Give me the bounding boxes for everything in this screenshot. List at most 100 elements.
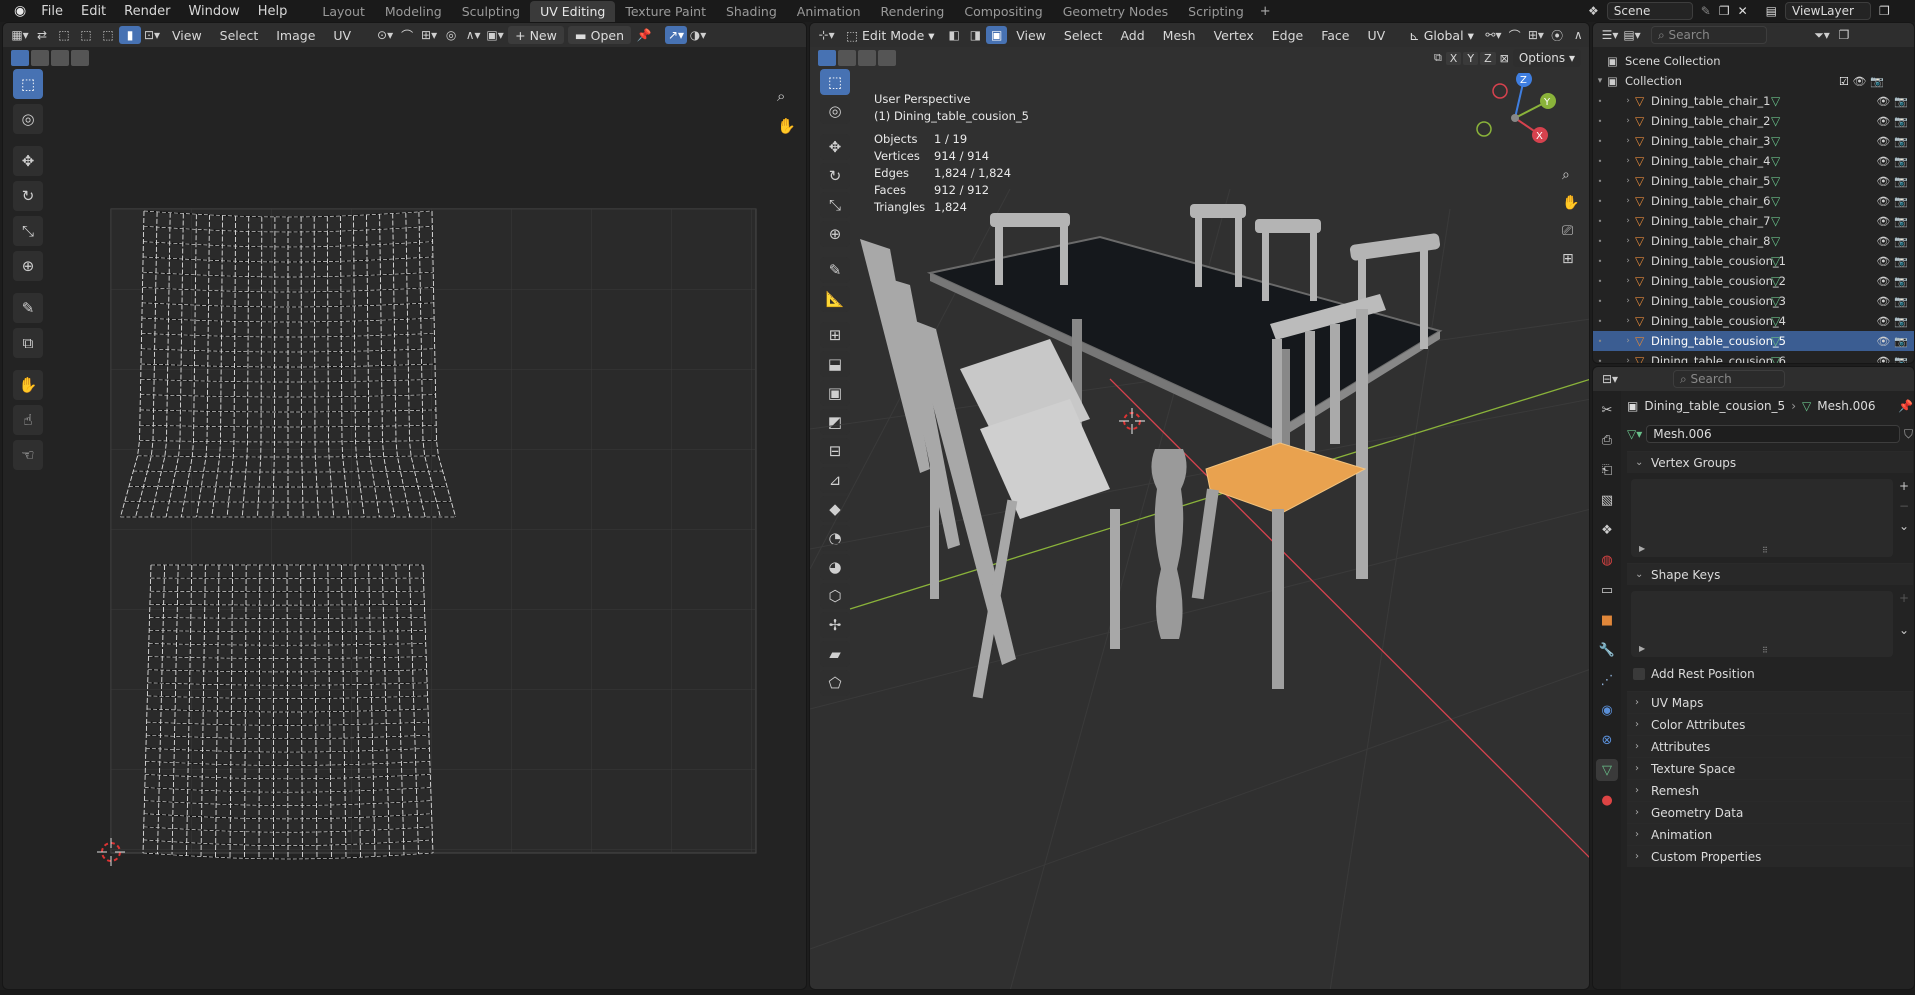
- sticky-select-icon[interactable]: ⊡▾: [141, 26, 163, 44]
- pivot-point-icon[interactable]: ⚯▾: [1483, 26, 1504, 44]
- 3d-cursor[interactable]: [1119, 408, 1145, 434]
- visibility-icon[interactable]: 👁: [1876, 295, 1890, 308]
- physics-tab-icon[interactable]: ◉: [1596, 699, 1618, 721]
- edge-select-icon[interactable]: ⬚: [75, 26, 97, 44]
- expand-chevron-icon[interactable]: ›: [1621, 216, 1635, 226]
- menu-render[interactable]: Render: [115, 4, 179, 19]
- row-dot-icon[interactable]: •: [1593, 357, 1607, 364]
- vertex-mode-icon[interactable]: ◧: [944, 26, 965, 44]
- visibility-icon[interactable]: 👁: [1876, 115, 1890, 128]
- outliner-item[interactable]: • › ▽ Dining_table_chair_8 ▽ 👁 📷: [1593, 231, 1914, 251]
- scene-tab-icon[interactable]: ❖: [1596, 519, 1618, 541]
- vp-select-extend-icon[interactable]: [838, 50, 856, 66]
- render-icon[interactable]: 📷: [1894, 135, 1908, 148]
- visibility-icon[interactable]: 👁: [1876, 215, 1890, 228]
- expand-chevron-icon[interactable]: ›: [1621, 156, 1635, 166]
- outliner-item[interactable]: • › ▽ Dining_table_chair_4 ▽ 👁 📷: [1593, 151, 1914, 171]
- render-icon[interactable]: 📷: [1894, 275, 1908, 288]
- outliner-item[interactable]: • › ▽ Dining_table_chair_5 ▽ 👁 📷: [1593, 171, 1914, 191]
- outliner-item[interactable]: • › ▽ Dining_table_chair_7 ▽ 👁 📷: [1593, 211, 1914, 231]
- data-tab-icon[interactable]: ▽: [1596, 759, 1618, 781]
- viewport-menu-edge[interactable]: Edge: [1263, 28, 1312, 43]
- new-scene-icon[interactable]: ❐: [1719, 4, 1730, 18]
- outliner-item[interactable]: • › ▽ Dining_table_cousion_2 ▽ 👁 📷: [1593, 271, 1914, 291]
- island-select-icon[interactable]: ▮: [119, 26, 141, 44]
- outliner-item[interactable]: • › ▽ Dining_table_chair_1 ▽ 👁 📷: [1593, 91, 1914, 111]
- visibility-icon[interactable]: 👁: [1876, 195, 1890, 208]
- world-tab-icon[interactable]: ◍: [1596, 549, 1618, 571]
- menu-help[interactable]: Help: [249, 4, 297, 19]
- tab-animation[interactable]: Animation: [787, 1, 871, 22]
- tab-texture-paint[interactable]: Texture Paint: [615, 1, 716, 22]
- sync-selection-icon[interactable]: ⇄: [31, 26, 53, 44]
- mesh-data-icon[interactable]: ▽: [1771, 294, 1831, 308]
- expand-chevron-icon[interactable]: ›: [1621, 276, 1635, 286]
- mode-selector[interactable]: ⬚ Edit Mode ▾: [839, 26, 942, 44]
- uv-menu-view[interactable]: View: [163, 28, 211, 43]
- face-select-icon[interactable]: ⬚: [97, 26, 119, 44]
- pin-icon[interactable]: ✎: [1701, 4, 1711, 18]
- auto-merge-icon[interactable]: ⊠: [1500, 52, 1509, 65]
- snap-element-icon[interactable]: ⊞▾: [1525, 26, 1546, 44]
- output-tab-icon[interactable]: ⎗: [1596, 459, 1618, 481]
- visibility-icon[interactable]: 👁: [1876, 95, 1890, 108]
- tab-uv-editing[interactable]: UV Editing: [530, 0, 616, 22]
- new-image-button[interactable]: + New: [508, 26, 564, 44]
- expand-chevron-icon[interactable]: ›: [1621, 196, 1635, 206]
- new-collection-icon[interactable]: ❐: [1833, 26, 1855, 44]
- expand-chevron-icon[interactable]: ›: [1621, 236, 1635, 246]
- vertex-groups-panel-header[interactable]: ⌄ Vertex Groups: [1627, 451, 1913, 473]
- shape-key-menu-icon[interactable]: ⌄: [1899, 623, 1909, 637]
- pin-image-icon[interactable]: 📌: [633, 26, 655, 44]
- outliner-item[interactable]: • › ▽ Dining_table_cousion_6 ▽ 👁 📷: [1593, 351, 1914, 364]
- vertex-select-icon[interactable]: ⬚: [53, 26, 75, 44]
- outliner-editor-icon[interactable]: ☰▾: [1599, 26, 1621, 44]
- proportional-edit-icon[interactable]: ⦿: [1547, 26, 1568, 44]
- tab-layout[interactable]: Layout: [312, 1, 375, 22]
- mesh-data-icon[interactable]: ▽: [1771, 354, 1831, 363]
- uv-canvas[interactable]: [3, 47, 807, 990]
- pan-view-icon[interactable]: ✋: [777, 117, 796, 135]
- mesh-data-icon[interactable]: ▽: [1771, 134, 1831, 148]
- uv-menu-select[interactable]: Select: [211, 28, 268, 43]
- expand-chevron-icon[interactable]: ›: [1621, 336, 1635, 346]
- mesh-name-field[interactable]: Mesh.006: [1646, 425, 1900, 443]
- row-dot-icon[interactable]: •: [1593, 217, 1607, 226]
- visibility-icon[interactable]: 👁: [1876, 155, 1890, 168]
- row-dot-icon[interactable]: •: [1593, 157, 1607, 166]
- proportional-icon[interactable]: ◎: [440, 26, 462, 44]
- render-icon[interactable]: 📷: [1894, 155, 1908, 168]
- mesh-datablock-icon[interactable]: ▽▾: [1627, 427, 1642, 441]
- mesh-data-icon[interactable]: ▽: [1771, 254, 1831, 268]
- vp-select-subtract-icon[interactable]: [858, 50, 876, 66]
- add-shape-key-icon[interactable]: +: [1899, 591, 1909, 605]
- open-image-button[interactable]: ▬ Open: [567, 26, 632, 44]
- orientation-selector[interactable]: ⊾ Global ▾: [1402, 26, 1481, 44]
- render-icon[interactable]: 📷: [1894, 175, 1908, 188]
- render-icon[interactable]: 📷: [1894, 335, 1908, 348]
- collection-render-icon[interactable]: 📷: [1870, 75, 1884, 88]
- render-icon[interactable]: 📷: [1894, 235, 1908, 248]
- row-dot-icon[interactable]: •: [1593, 197, 1607, 206]
- viewport-menu-mesh[interactable]: Mesh: [1154, 28, 1205, 43]
- material-tab-icon[interactable]: ●: [1596, 789, 1618, 811]
- collection-row[interactable]: ▾ ▣ Collection ☑ 👁 📷: [1593, 71, 1914, 91]
- uv-menu-uv[interactable]: UV: [324, 28, 360, 43]
- outliner-item[interactable]: • › ▽ Dining_table_chair_2 ▽ 👁 📷: [1593, 111, 1914, 131]
- viewlayer-icon[interactable]: ▤: [1766, 4, 1777, 18]
- row-dot-icon[interactable]: •: [1593, 237, 1607, 246]
- navigation-gizmo[interactable]: Z Y X: [1470, 73, 1560, 163]
- viewport-menu-vertex[interactable]: Vertex: [1205, 28, 1263, 43]
- expand-chevron-icon[interactable]: ›: [1621, 116, 1635, 126]
- mesh-data-icon[interactable]: ▽: [1771, 274, 1831, 288]
- edge-mode-icon[interactable]: ◨: [965, 26, 986, 44]
- fake-user-icon[interactable]: ⛉: [1904, 427, 1913, 442]
- tab-sculpting[interactable]: Sculpting: [452, 1, 530, 22]
- viewport-menu-select[interactable]: Select: [1055, 28, 1112, 43]
- outliner-item[interactable]: • › ▽ Dining_table_cousion_4 ▽ 👁 📷: [1593, 311, 1914, 331]
- collection-visibility-icon[interactable]: 👁: [1853, 75, 1867, 88]
- render-icon[interactable]: 📷: [1894, 95, 1908, 108]
- scene-icon[interactable]: ❖: [1588, 4, 1599, 18]
- row-dot-icon[interactable]: •: [1593, 317, 1607, 326]
- remove-vertex-group-icon[interactable]: −: [1899, 499, 1909, 513]
